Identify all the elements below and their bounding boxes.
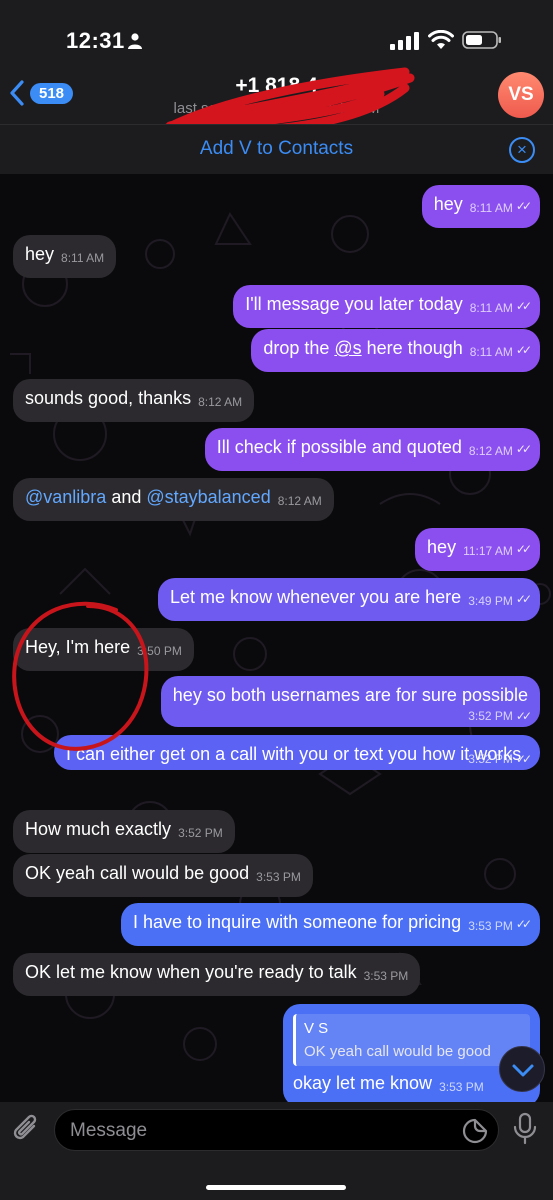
message-time: 8:12 AM bbox=[277, 494, 322, 508]
message-text: How much exactly bbox=[25, 819, 172, 839]
message-text: hey bbox=[433, 194, 463, 214]
outgoing-message[interactable]: I'll message you later today 8:11 AM ✓✓ bbox=[233, 285, 540, 328]
message-time: 11:17 AM bbox=[463, 544, 513, 558]
message-text: hey bbox=[25, 244, 55, 264]
incoming-message[interactable]: sounds good, thanks 8:12 AM bbox=[13, 379, 255, 422]
message-time: 8:11 AM bbox=[469, 345, 513, 359]
add-contact-banner: Add V to Contacts × bbox=[0, 124, 553, 174]
read-ticks-icon: ✓✓ bbox=[515, 917, 532, 931]
outgoing-message[interactable]: hey 8:11 AM ✓✓ bbox=[421, 185, 540, 228]
home-indicator bbox=[206, 1185, 346, 1190]
message-time: 3:49 PM bbox=[468, 594, 513, 608]
microphone-icon[interactable] bbox=[512, 1112, 538, 1146]
incoming-message[interactable]: @vanlibra and @staybalanced 8:12 AM bbox=[13, 478, 334, 521]
message-time: 8:11 AM bbox=[61, 251, 105, 265]
read-ticks-icon: ✓✓ bbox=[515, 592, 532, 606]
message-time: 3:53 PM bbox=[468, 919, 513, 933]
person-icon bbox=[128, 33, 142, 49]
read-ticks-icon: ✓✓ bbox=[515, 709, 532, 723]
outgoing-message[interactable]: drop the @s here though 8:11 AM ✓✓ bbox=[251, 329, 540, 372]
message-text: Hey, I'm here bbox=[25, 637, 131, 657]
message-time: 3:52 PM bbox=[178, 826, 223, 840]
message-time: 8:12 AM bbox=[468, 444, 513, 458]
outgoing-message[interactable]: Ill check if possible and quoted 8:12 AM ✓… bbox=[204, 428, 540, 471]
message-placeholder: Message bbox=[70, 1120, 148, 1141]
message-text: OK yeah call would be good bbox=[25, 863, 250, 883]
message-text: and bbox=[106, 487, 147, 507]
message-text: I'll message you later today bbox=[245, 294, 463, 314]
message-text: Let me know whenever you are here bbox=[170, 587, 462, 607]
incoming-message[interactable]: Hey, I'm here 3:50 PM bbox=[13, 628, 194, 671]
message-text: here though bbox=[361, 338, 463, 358]
close-circle-icon[interactable]: × bbox=[509, 137, 535, 163]
message-time: 3:52 PM ✓✓ bbox=[468, 709, 532, 723]
message-text: I can either get on a call with you or t… bbox=[66, 744, 522, 764]
message-time: 3:50 PM bbox=[137, 644, 182, 658]
quoted-sender: V S bbox=[304, 1020, 329, 1037]
paperclip-icon[interactable] bbox=[12, 1112, 42, 1146]
outgoing-message[interactable]: hey so both usernames are for sure possi… bbox=[160, 676, 540, 727]
avatar[interactable]: VS bbox=[498, 72, 544, 118]
read-ticks-icon: ✓✓ bbox=[515, 199, 532, 213]
message-time: 3:53 PM bbox=[256, 870, 301, 884]
quoted-reply[interactable]: V S OK yeah call would be good bbox=[293, 1014, 530, 1066]
chat-header: 518 +1 818 4 last seen yesterday at 3:45… bbox=[0, 62, 553, 143]
outgoing-message[interactable]: hey 11:17 AM ✓✓ bbox=[415, 528, 540, 571]
read-ticks-icon: ✓✓ bbox=[515, 752, 532, 766]
composer: Message bbox=[0, 1102, 553, 1200]
message-text: drop the bbox=[263, 338, 335, 358]
message-time: 8:11 AM bbox=[469, 201, 513, 215]
contact-name[interactable]: +1 818 4 bbox=[0, 74, 553, 98]
message-text: Ill check if possible and quoted bbox=[216, 437, 462, 457]
message-input[interactable]: Message bbox=[54, 1109, 499, 1151]
mention-link[interactable]: @vanlibra bbox=[25, 487, 106, 507]
wifi-icon bbox=[428, 30, 454, 49]
message-list[interactable]: hey 8:11 AM ✓✓ hey 8:11 AM I'll message you… bbox=[0, 174, 553, 1102]
outgoing-message[interactable]: I can either get on a call with you or t… bbox=[54, 735, 540, 770]
message-text: I have to inquire with someone for prici… bbox=[133, 912, 462, 932]
last-seen-status: last seen yesterday at 3:45 PM bbox=[173, 100, 380, 117]
read-ticks-icon: ✓✓ bbox=[515, 299, 532, 313]
read-ticks-icon: ✓✓ bbox=[515, 542, 532, 556]
mention-link[interactable]: @staybalanced bbox=[146, 487, 270, 507]
scroll-to-bottom-button[interactable] bbox=[499, 1046, 545, 1092]
quoted-text: OK yeah call would be good bbox=[304, 1043, 491, 1060]
outgoing-message[interactable]: Let me know whenever you are here 3:49 PM… bbox=[158, 578, 540, 621]
message-time: 3:53 PM bbox=[363, 969, 409, 983]
incoming-message[interactable]: hey 8:11 AM bbox=[13, 235, 117, 278]
incoming-message[interactable]: OK yeah call would be good 3:53 PM bbox=[13, 854, 313, 897]
message-time: 8:12 AM bbox=[198, 395, 243, 409]
battery-icon bbox=[462, 31, 501, 49]
message-text: okay let me know bbox=[293, 1073, 433, 1093]
username-placeholder: @s bbox=[334, 338, 362, 358]
read-ticks-icon: ✓✓ bbox=[515, 442, 532, 456]
message-time: 3:53 PM bbox=[439, 1080, 484, 1094]
message-text: hey bbox=[427, 537, 457, 557]
status-bar: 12:31 bbox=[0, 0, 553, 62]
signal-icon bbox=[390, 32, 419, 50]
incoming-message[interactable]: OK let me know when you're ready to talk… bbox=[13, 953, 421, 996]
sticker-icon[interactable] bbox=[462, 1118, 488, 1144]
add-to-contacts-link[interactable]: Add V to Contacts bbox=[0, 138, 553, 160]
message-text: OK let me know when you're ready to talk bbox=[25, 962, 357, 982]
clock: 12:31 bbox=[66, 28, 125, 53]
outgoing-message[interactable]: I have to inquire with someone for prici… bbox=[121, 903, 540, 946]
message-text: sounds good, thanks bbox=[25, 388, 192, 408]
message-time: 8:11 AM bbox=[469, 301, 513, 315]
incoming-message[interactable]: How much exactly 3:52 PM bbox=[13, 810, 235, 853]
chevron-down-icon bbox=[512, 1064, 534, 1077]
read-ticks-icon: ✓✓ bbox=[515, 343, 532, 357]
message-text: hey so both usernames are for sure possi… bbox=[172, 685, 528, 705]
